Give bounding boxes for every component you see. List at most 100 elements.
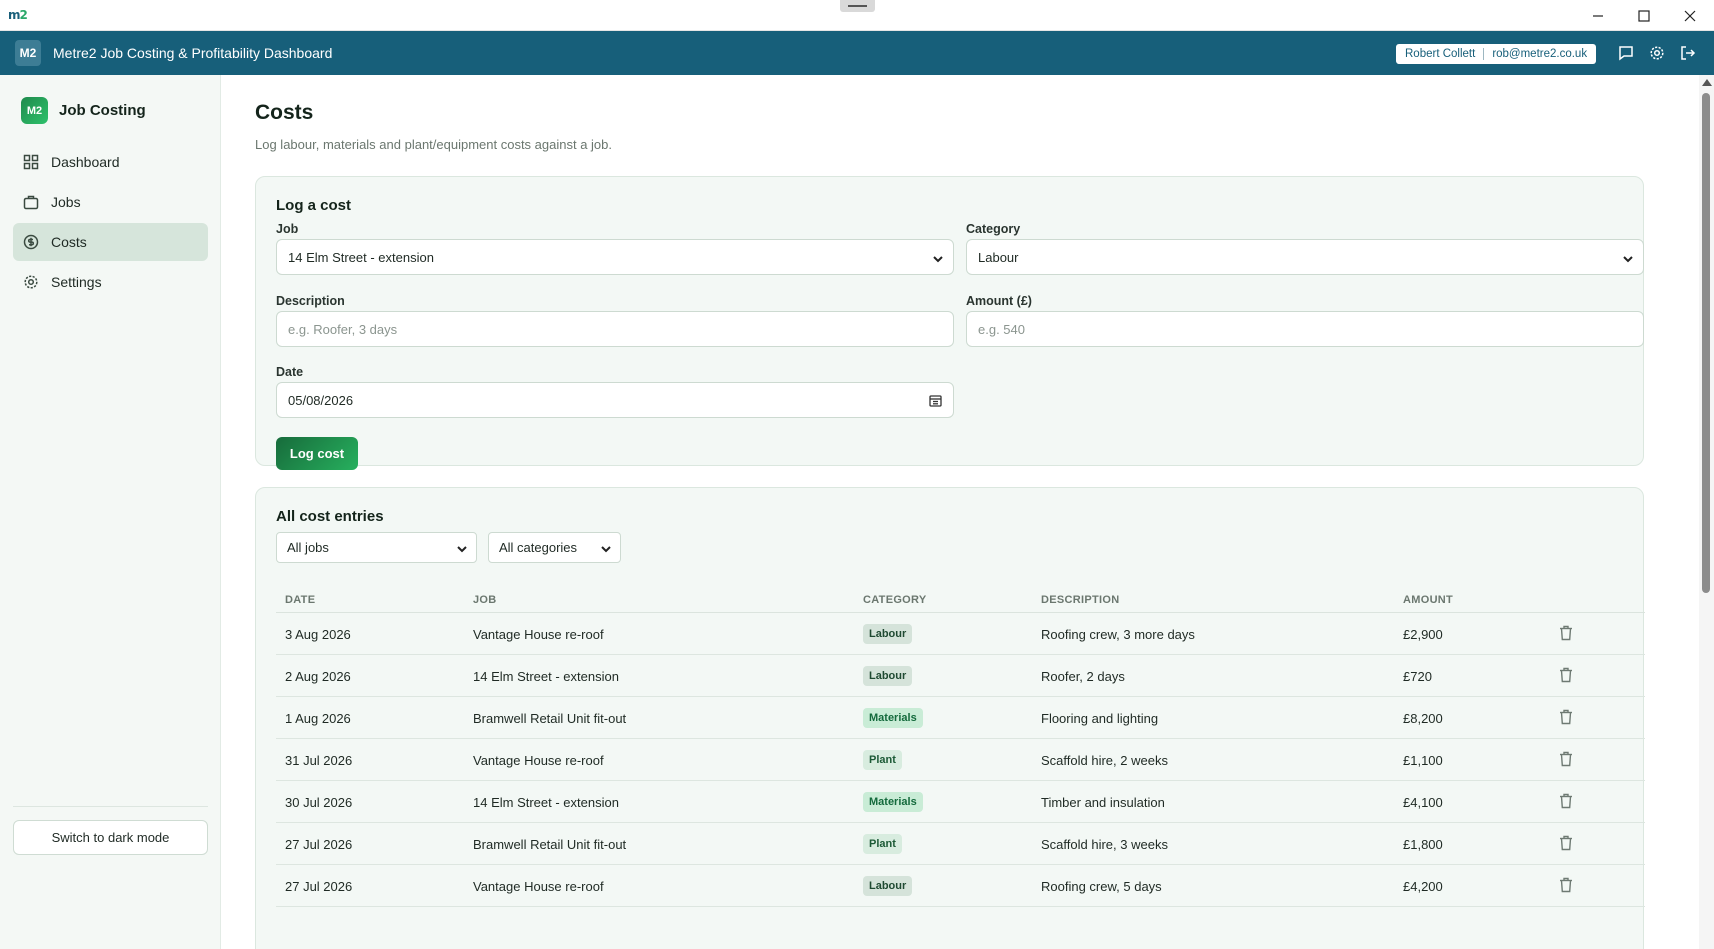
sidebar-divider [13, 806, 208, 807]
trash-icon[interactable] [1559, 877, 1573, 898]
cell-amount: £720 [1403, 669, 1432, 684]
category-badge: Labour [863, 666, 913, 686]
sidebar-item-jobs[interactable]: Jobs [13, 183, 208, 221]
date-value: 05/08/2026 [288, 392, 354, 408]
sidebar-item-label: Settings [51, 274, 102, 290]
sidebar-item-costs[interactable]: Costs [13, 223, 208, 261]
sidebar-item-label: Costs [51, 234, 87, 250]
date-input[interactable]: 05/08/2026 [276, 382, 954, 418]
sidebar: M2 Job Costing Dashboard Jobs Costs Sett… [0, 75, 221, 949]
grid-icon [23, 154, 39, 170]
table-row: 2 Aug 2026 14 Elm Street - extension Lab… [276, 655, 1645, 697]
app-title: Metre2 Job Costing & Profitability Dashb… [53, 45, 333, 61]
cell-description: Roofer, 2 days [1041, 669, 1125, 684]
cell-date: 31 Jul 2026 [285, 753, 353, 768]
sidebar-item-dashboard[interactable]: Dashboard [13, 143, 208, 181]
trash-icon[interactable] [1559, 751, 1573, 772]
dollar-circle-icon [23, 234, 39, 250]
trash-icon[interactable] [1559, 709, 1573, 730]
trash-icon[interactable] [1559, 835, 1573, 856]
cell-description: Scaffold hire, 3 weeks [1041, 837, 1168, 852]
column-header-date: DATE [285, 594, 316, 606]
cell-date: 2 Aug 2026 [285, 669, 351, 684]
table-row: 31 Jul 2026 Vantage House re-roof Plant … [276, 739, 1645, 781]
description-label: Description [276, 294, 345, 308]
cost-entries-card: All cost entries All jobs All categories… [255, 487, 1645, 949]
chevron-down-icon [932, 252, 944, 267]
maximize-button[interactable] [1621, 0, 1667, 31]
table-row: 30 Jul 2026 14 Elm Street - extension Ma… [276, 781, 1645, 823]
category-badge: Labour [863, 624, 913, 644]
brand-badge: M2 [21, 97, 48, 124]
trash-icon[interactable] [1559, 667, 1573, 688]
entries-title: All cost entries [276, 508, 384, 525]
cell-amount: £4,200 [1403, 879, 1443, 894]
column-header-amount: AMOUNT [1403, 594, 1454, 606]
job-filter-select[interactable]: All jobs [276, 532, 477, 563]
trash-icon[interactable] [1559, 793, 1573, 814]
cell-description: Roofing crew, 5 days [1041, 879, 1162, 894]
cell-job: Vantage House re-roof [473, 627, 604, 642]
cell-amount: £2,900 [1403, 627, 1443, 642]
logout-icon[interactable] [1678, 43, 1698, 63]
date-label: Date [276, 365, 304, 379]
divider [1483, 48, 1485, 60]
close-button[interactable] [1667, 0, 1713, 31]
amount-input[interactable]: e.g. 540 [966, 311, 1644, 347]
sidebar-item-label: Jobs [51, 194, 81, 210]
gear-icon[interactable] [1647, 43, 1667, 63]
cell-description: Flooring and lighting [1041, 711, 1159, 726]
column-header-description: DESCRIPTION [1041, 594, 1120, 606]
minimize-icon [1593, 14, 1603, 17]
column-header-category: CATEGORY [863, 594, 927, 606]
description-placeholder: e.g. Roofer, 3 days [288, 321, 398, 337]
user-account-pill[interactable]: Robert Collett rob@metre2.co.uk [1396, 44, 1597, 64]
app-badge: M2 [15, 40, 41, 66]
amount-placeholder: e.g. 540 [978, 321, 1025, 337]
cell-job: 14 Elm Street - extension [473, 795, 619, 810]
cell-date: 27 Jul 2026 [285, 837, 353, 852]
job-filter-value: All jobs [287, 540, 329, 555]
minimize-button[interactable] [1575, 0, 1621, 31]
cell-job: Vantage House re-roof [473, 879, 604, 894]
calendar-icon[interactable] [929, 394, 942, 410]
table-row: 1 Aug 2026 Bramwell Retail Unit fit-out … [276, 697, 1645, 739]
sidebar-item-settings[interactable]: Settings [13, 263, 208, 301]
main-content: Costs Log labour, materials and plant/eq… [221, 75, 1699, 949]
category-filter-select[interactable]: All categories [488, 532, 621, 563]
sidebar-item-label: Dashboard [51, 154, 120, 170]
scroll-up-icon[interactable] [1702, 79, 1712, 86]
scrollbar-thumb[interactable] [1702, 93, 1710, 593]
category-select[interactable]: Labour [966, 239, 1644, 275]
brand-name: Job Costing [59, 102, 146, 119]
drag-handle[interactable] [840, 0, 875, 12]
trash-icon[interactable] [1559, 625, 1573, 646]
sidebar-brand: M2 Job Costing [21, 97, 146, 124]
cell-amount: £1,800 [1403, 837, 1443, 852]
cell-description: Scaffold hire, 2 weeks [1041, 753, 1168, 768]
user-email: rob@metre2.co.uk [1492, 48, 1588, 60]
chevron-down-icon [1622, 252, 1634, 267]
category-select-value: Labour [978, 249, 1019, 265]
category-badge: Materials [863, 708, 923, 728]
description-input[interactable]: e.g. Roofer, 3 days [276, 311, 954, 347]
job-select[interactable]: 14 Elm Street - extension [276, 239, 954, 275]
category-label: Category [966, 222, 1021, 236]
chat-icon[interactable] [1616, 43, 1636, 63]
job-select-value: 14 Elm Street - extension [288, 249, 434, 265]
page-subtitle: Log labour, materials and plant/equipmen… [255, 137, 613, 152]
log-cost-button[interactable]: Log cost [276, 437, 358, 470]
gear-icon [24, 275, 38, 289]
cell-job: 14 Elm Street - extension [473, 669, 619, 684]
job-label: Job [276, 222, 299, 236]
category-badge: Plant [863, 750, 902, 770]
category-filter-value: All categories [499, 540, 578, 555]
cell-date: 30 Jul 2026 [285, 795, 353, 810]
chevron-down-icon [456, 542, 468, 557]
briefcase-icon [23, 195, 39, 210]
cell-amount: £1,100 [1403, 753, 1443, 768]
dark-mode-button[interactable]: Switch to dark mode [13, 820, 208, 855]
column-header-job: JOB [473, 594, 497, 606]
cell-date: 1 Aug 2026 [285, 711, 351, 726]
cell-amount: £4,100 [1403, 795, 1443, 810]
